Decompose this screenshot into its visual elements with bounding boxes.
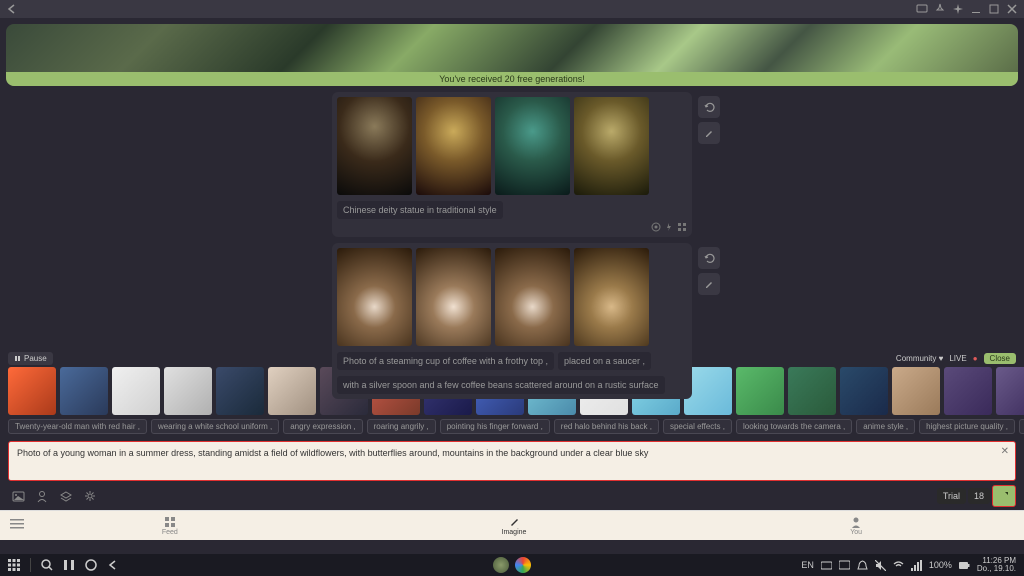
search-icon[interactable] <box>41 559 53 571</box>
live-thumb[interactable] <box>60 367 108 415</box>
generation-caption[interactable]: placed on a saucer , <box>558 352 651 370</box>
keyboard-icon[interactable] <box>821 560 832 571</box>
person-icon <box>850 516 862 528</box>
community-label[interactable]: Community ♥ <box>896 354 943 363</box>
back-icon[interactable] <box>6 3 18 15</box>
close-live-button[interactable]: Close <box>984 353 1016 364</box>
prompt-tag[interactable]: wearing a white school uniform , <box>151 419 279 434</box>
generated-image[interactable] <box>574 97 649 195</box>
generated-image[interactable] <box>416 97 491 195</box>
prompt-tag[interactable]: highest picture quality , <box>919 419 1015 434</box>
main-content: Chinese deity statue in traditional styl… <box>0 92 1024 350</box>
live-thumb[interactable] <box>8 367 56 415</box>
live-thumb[interactable] <box>840 367 888 415</box>
generations-count: 18 <box>968 488 990 504</box>
taskbar-app-icon[interactable] <box>493 557 509 573</box>
generated-image[interactable] <box>495 97 570 195</box>
nav-back-icon[interactable] <box>107 559 119 571</box>
taskbar-app-icon[interactable] <box>515 557 531 573</box>
live-thumb[interactable] <box>944 367 992 415</box>
trial-badge: Trial <box>937 488 966 504</box>
live-thumb[interactable] <box>788 367 836 415</box>
recents-icon[interactable] <box>63 559 75 571</box>
prompt-tag[interactable]: Twenty-year-old man with red hair , <box>8 419 147 434</box>
home-icon[interactable] <box>85 559 97 571</box>
expand-icon[interactable] <box>677 222 687 232</box>
promo-banner[interactable]: You've received 20 free generations! <box>6 24 1018 86</box>
generation-set: Chinese deity statue in traditional styl… <box>332 92 692 237</box>
lang-indicator[interactable]: EN <box>801 560 814 570</box>
close-icon[interactable] <box>1006 3 1018 15</box>
live-indicator: LIVE <box>949 354 966 363</box>
sparkle-icon[interactable] <box>952 3 964 15</box>
prompt-tag[interactable]: looking towards the camera , <box>736 419 852 434</box>
grid-icon <box>164 516 176 528</box>
generated-image[interactable] <box>495 248 570 346</box>
generation-caption[interactable]: Chinese deity statue in traditional styl… <box>337 201 503 219</box>
battery-icon <box>959 560 970 571</box>
clear-prompt-button[interactable]: ✕ <box>1001 446 1009 457</box>
system-taskbar: EN 100% 11:26 PM Do., 19.10. <box>0 554 1024 576</box>
user-input-button[interactable] <box>32 488 52 504</box>
nav-feed[interactable]: Feed <box>162 516 178 536</box>
chat-icon[interactable] <box>916 3 928 15</box>
apps-icon[interactable] <box>8 559 20 571</box>
prompt-input[interactable]: Photo of a young woman in a summer dress… <box>8 441 1016 481</box>
edit-button[interactable] <box>698 273 720 295</box>
live-thumb[interactable] <box>216 367 264 415</box>
nav-imagine[interactable]: Imagine <box>502 516 527 536</box>
generate-button[interactable] <box>992 485 1016 507</box>
regenerate-button[interactable] <box>698 96 720 118</box>
nav-you[interactable]: You <box>850 516 862 536</box>
settings-button[interactable] <box>80 488 100 504</box>
bolt-icon[interactable] <box>664 222 674 232</box>
edit-button[interactable] <box>698 122 720 144</box>
live-thumb[interactable] <box>996 367 1024 415</box>
live-thumb[interactable] <box>268 367 316 415</box>
prompt-tag[interactable]: roaring angrily , <box>367 419 436 434</box>
image-input-button[interactable] <box>8 488 28 504</box>
bottom-nav: Feed Imagine You <box>0 510 1024 540</box>
pause-button[interactable]: Pause <box>8 352 53 365</box>
prompt-tag[interactable]: most exquisite de <box>1019 419 1024 434</box>
menu-button[interactable] <box>10 519 24 532</box>
live-thumb[interactable] <box>112 367 160 415</box>
maximize-icon[interactable] <box>988 3 1000 15</box>
signal-icon[interactable] <box>911 560 922 571</box>
live-thumb[interactable] <box>164 367 212 415</box>
generated-image[interactable] <box>416 248 491 346</box>
regenerate-button[interactable] <box>698 247 720 269</box>
volume-icon[interactable] <box>875 560 886 571</box>
generated-image[interactable] <box>337 97 412 195</box>
generated-image[interactable] <box>574 248 649 346</box>
visibility-icon[interactable] <box>651 222 661 232</box>
wifi-icon[interactable] <box>893 560 904 571</box>
battery-level: 100% <box>929 560 952 570</box>
generation-set: Photo of a steaming cup of coffee with a… <box>332 243 692 399</box>
clock[interactable]: 11:26 PM Do., 19.10. <box>977 557 1016 573</box>
pause-icon <box>14 355 21 362</box>
live-thumb[interactable] <box>736 367 784 415</box>
generation-caption[interactable]: Photo of a steaming cup of coffee with a… <box>337 352 554 370</box>
cast-icon[interactable] <box>839 560 850 571</box>
generated-image[interactable] <box>337 248 412 346</box>
generation-caption[interactable]: with a silver spoon and a few coffee bea… <box>337 376 665 394</box>
minimize-icon[interactable] <box>970 3 982 15</box>
layers-button[interactable] <box>56 488 76 504</box>
banner-strip-text: You've received 20 free generations! <box>6 72 1018 86</box>
prompt-tag[interactable]: anime style , <box>856 419 915 434</box>
prompt-text: Photo of a young woman in a summer dress… <box>17 448 1007 458</box>
prompt-tag[interactable]: pointing his finger forward , <box>440 419 550 434</box>
titlebar <box>0 0 1024 18</box>
notifications-icon[interactable] <box>857 560 868 571</box>
prompt-tags-row[interactable]: Twenty-year-old man with red hair , wear… <box>0 415 1024 438</box>
prompt-tag[interactable]: special effects , <box>663 419 732 434</box>
live-thumb[interactable] <box>892 367 940 415</box>
prompt-tag[interactable]: red halo behind his back , <box>554 419 659 434</box>
prompt-tag[interactable]: angry expression , <box>283 419 362 434</box>
wand-icon <box>508 516 520 528</box>
pin-icon[interactable] <box>934 3 946 15</box>
